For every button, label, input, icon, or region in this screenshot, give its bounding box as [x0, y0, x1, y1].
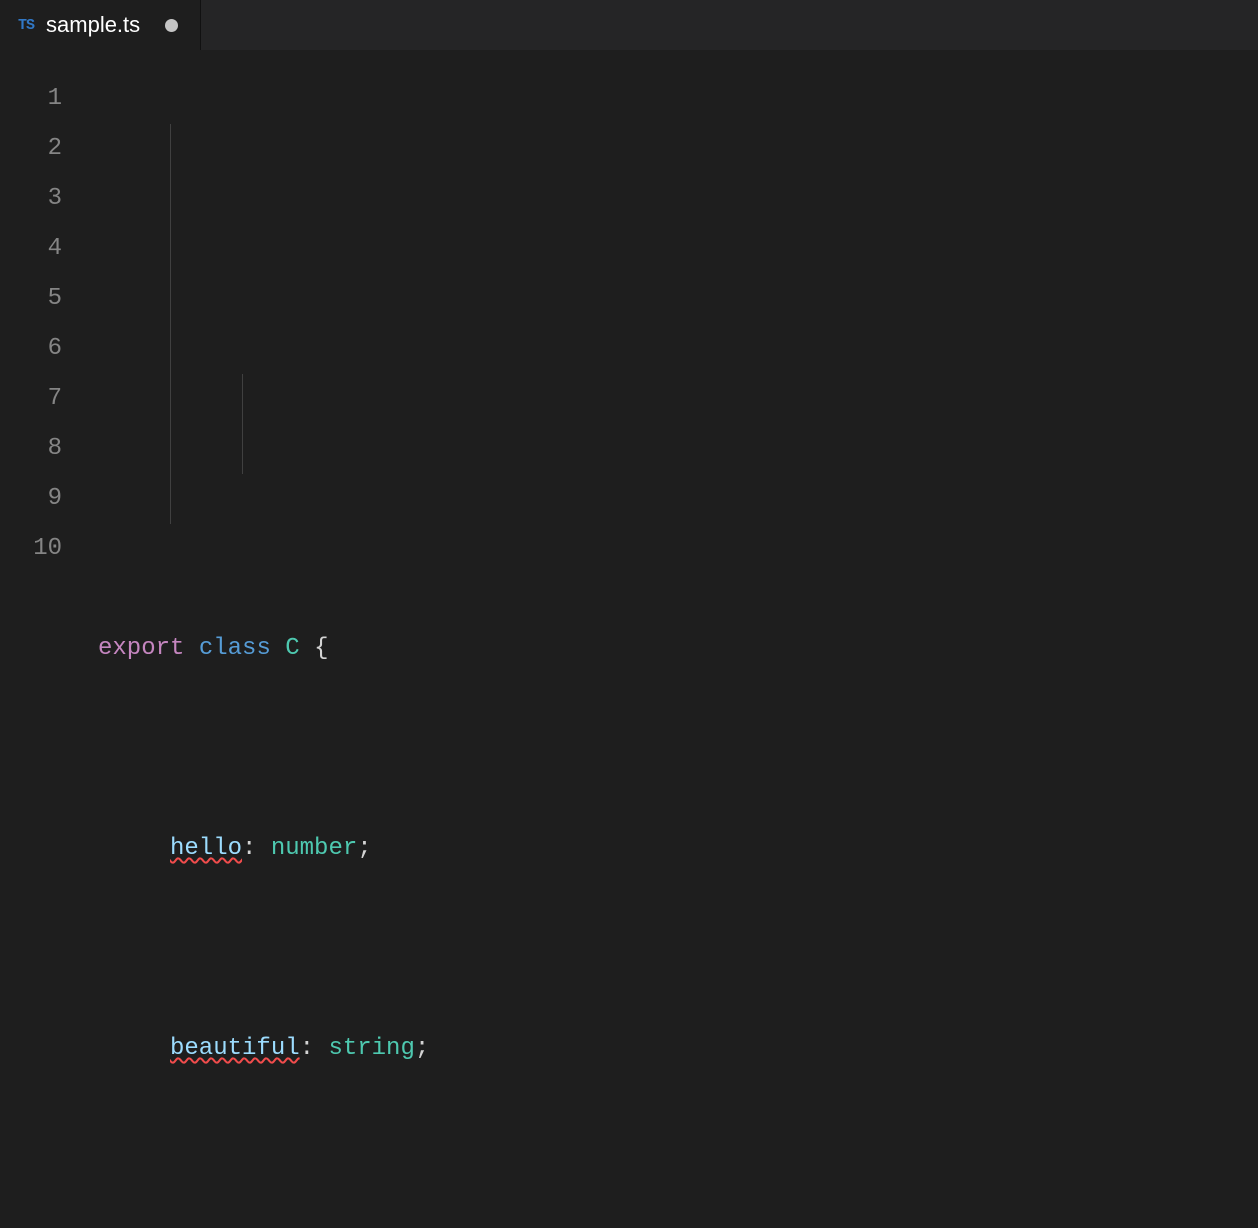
- colon: :: [242, 824, 256, 874]
- line-number: 1: [0, 74, 62, 124]
- line-number: 5: [0, 274, 62, 324]
- code-line[interactable]: world: boolean;: [98, 1224, 1258, 1228]
- line-number: 6: [0, 324, 62, 374]
- code-content[interactable]: export class C { hello: number; beautifu…: [98, 74, 1258, 1228]
- keyword-class: class: [199, 624, 271, 674]
- line-number: 9: [0, 474, 62, 524]
- type-name: boolean: [271, 1224, 372, 1228]
- colon: :: [242, 1224, 256, 1228]
- tab-bar-empty-area: [201, 0, 1258, 50]
- code-line[interactable]: [98, 424, 1258, 474]
- line-number: 4: [0, 224, 62, 274]
- semicolon: ;: [372, 1224, 386, 1228]
- editor-tab[interactable]: TS sample.ts: [0, 0, 201, 50]
- code-line[interactable]: hello: number;: [98, 824, 1258, 874]
- line-number: 7: [0, 374, 62, 424]
- tab-dirty-indicator-icon[interactable]: [160, 14, 182, 36]
- class-name: C: [285, 624, 299, 674]
- line-number: 3: [0, 174, 62, 224]
- tab-bar: TS sample.ts: [0, 0, 1258, 50]
- property-name-error[interactable]: beautiful: [170, 1024, 300, 1074]
- line-number: 10: [0, 524, 62, 574]
- code-line[interactable]: beautiful: string;: [98, 1024, 1258, 1074]
- line-number: 8: [0, 424, 62, 474]
- property-name-error[interactable]: world: [170, 1224, 242, 1228]
- type-name: string: [328, 1024, 414, 1074]
- tab-filename: sample.ts: [46, 12, 140, 38]
- code-editor[interactable]: 1 2 3 4 5 6 7 8 9 10 export class C { he…: [0, 50, 1258, 1228]
- semicolon: ;: [415, 1024, 429, 1074]
- line-number-gutter: 1 2 3 4 5 6 7 8 9 10: [0, 74, 98, 1228]
- property-name-error[interactable]: hello: [170, 824, 242, 874]
- brace-open: {: [314, 624, 328, 674]
- code-line[interactable]: export class C {: [98, 624, 1258, 674]
- line-number: 2: [0, 124, 62, 174]
- typescript-file-icon: TS: [18, 17, 34, 34]
- semicolon: ;: [357, 824, 371, 874]
- colon: :: [300, 1024, 314, 1074]
- keyword-export: export: [98, 624, 184, 674]
- type-name: number: [271, 824, 357, 874]
